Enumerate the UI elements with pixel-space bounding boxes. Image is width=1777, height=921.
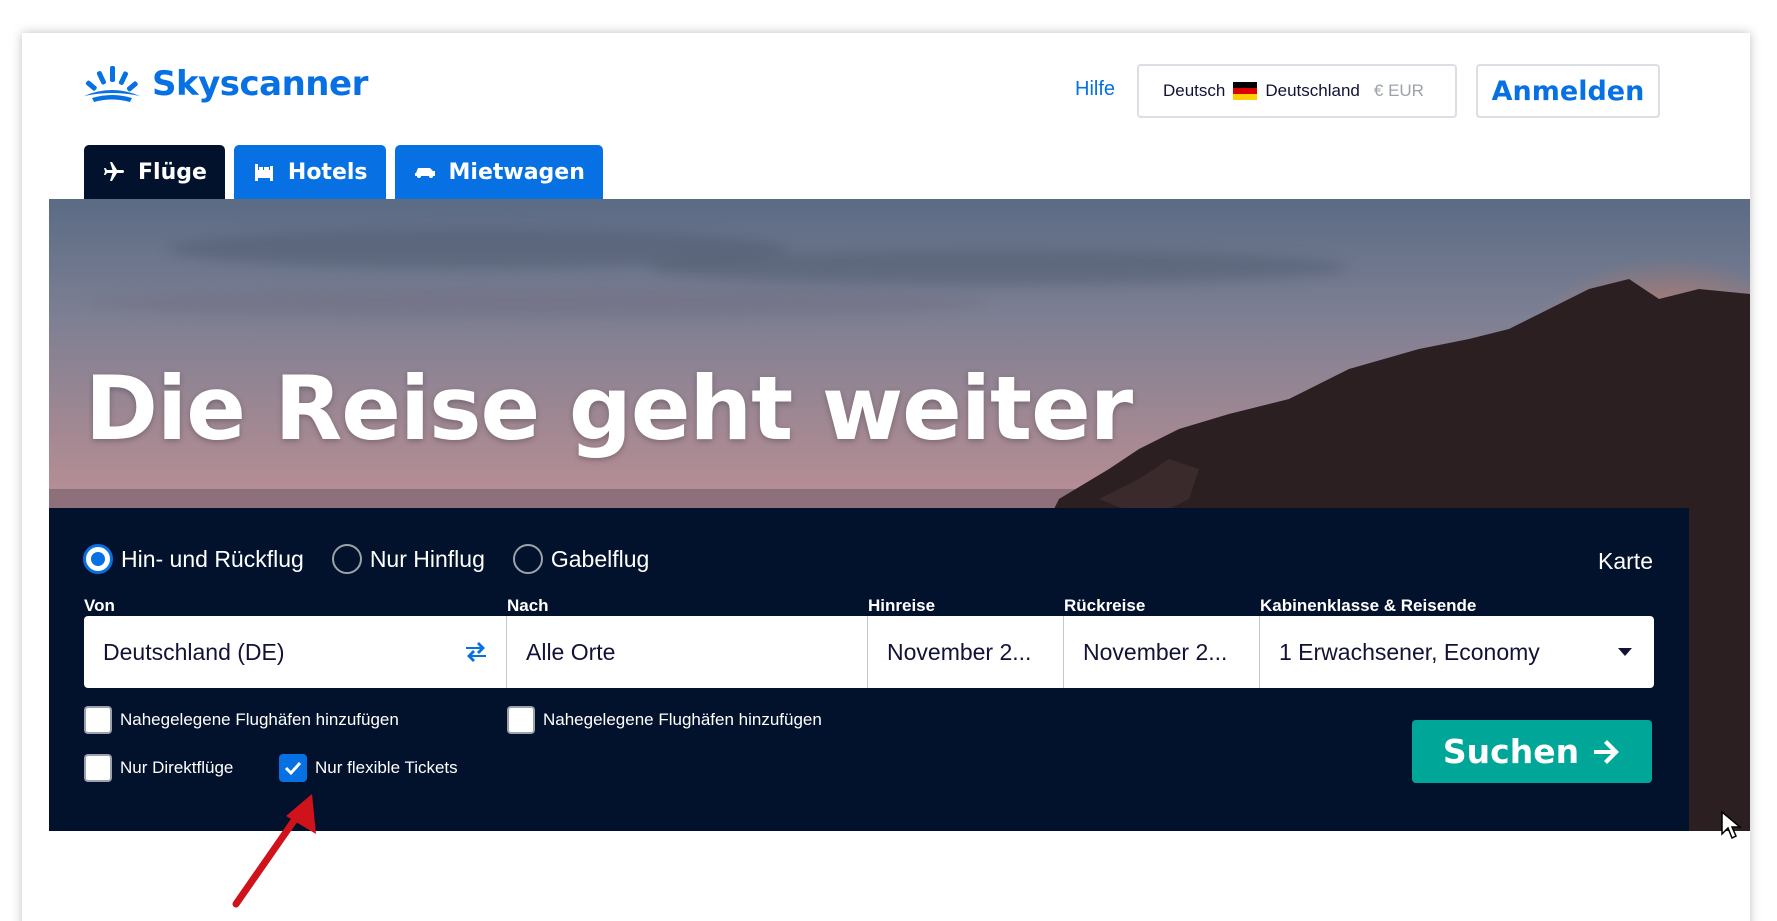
hero-title: Die Reise geht weiter	[85, 357, 1133, 460]
nearby-airports-from-checkbox[interactable]: Nahegelegene Flughäfen hinzufügen	[84, 706, 399, 734]
currency-label: € EUR	[1373, 81, 1424, 100]
language-label: Deutsch	[1163, 81, 1226, 100]
cabin-travellers-field[interactable]: 1 Erwachsener, Economy	[1260, 616, 1654, 688]
checkmark-icon	[284, 761, 302, 776]
map-link[interactable]: Karte	[1598, 548, 1653, 575]
radio-one-way[interactable]: Nur Hinflug	[331, 544, 485, 574]
radio-multi-city[interactable]: Gabelflug	[512, 544, 650, 574]
nearby-airports-to-checkbox[interactable]: Nahegelegene Flughäfen hinzufügen	[507, 706, 822, 734]
return-field[interactable]: November 2...	[1064, 616, 1260, 688]
tab-car-hire-label: Mietwagen	[448, 159, 585, 185]
tab-flights[interactable]: Flüge	[84, 145, 225, 199]
depart-label: Hinreise	[868, 596, 936, 615]
cabin-label: Kabinenklasse & Reisende	[1260, 596, 1477, 615]
radio-one-way-label: Nur Hinflug	[369, 545, 485, 572]
trip-type-group: Hin- und Rückflug Nur Hinflug Gabelflug	[83, 544, 649, 574]
radio-return[interactable]: Hin- und Rückflug	[83, 544, 304, 574]
nearby-airports-to-label: Nahegelegene Flughäfen hinzufügen	[543, 710, 822, 729]
nearby-airports-from-box[interactable]	[84, 706, 112, 734]
swap-icon[interactable]	[464, 641, 488, 663]
annotation-arrow-icon	[232, 794, 316, 908]
car-icon	[414, 168, 435, 178]
direct-flights-box[interactable]	[84, 754, 112, 782]
locale-selector[interactable]: Deutsch Deutschland € EUR	[1137, 64, 1457, 118]
search-button[interactable]: Suchen	[1412, 720, 1652, 783]
cabin-value: 1 Erwachsener, Economy	[1279, 638, 1540, 665]
flexible-tickets-checkbox[interactable]: Nur flexible Tickets	[279, 754, 458, 782]
depart-field[interactable]: November 2...	[868, 616, 1064, 688]
from-field[interactable]: Deutschland (DE)	[84, 616, 507, 688]
help-link[interactable]: Hilfe	[1075, 78, 1115, 101]
search-fields: Deutschland (DE) Alle Orte November 2...…	[84, 616, 1654, 688]
chevron-down-icon	[1618, 648, 1632, 656]
depart-value: November 2...	[887, 638, 1032, 665]
tab-flights-label: Flüge	[138, 159, 207, 185]
nearby-airports-from-label: Nahegelegene Flughäfen hinzufügen	[120, 710, 399, 729]
direct-flights-checkbox[interactable]: Nur Direktflüge	[84, 754, 233, 782]
country-label: Deutschland	[1265, 81, 1360, 100]
direct-flights-label: Nur Direktflüge	[120, 758, 234, 777]
plane-icon	[104, 162, 124, 181]
field-labels: Von Nach Hinreise Rückreise Kabinenklass…	[49, 596, 1689, 616]
arrow-right-icon	[1594, 739, 1620, 764]
bed-icon	[254, 164, 273, 181]
to-value: Alle Orte	[526, 638, 616, 665]
radio-return-indicator[interactable]	[83, 544, 113, 574]
radio-one-way-indicator[interactable]	[331, 544, 362, 574]
flexible-tickets-label: Nur flexible Tickets	[315, 758, 458, 777]
to-label: Nach	[507, 596, 549, 615]
return-label: Rückreise	[1064, 596, 1146, 615]
sunrise-logo-icon	[84, 66, 140, 102]
radio-return-label: Hin- und Rückflug	[121, 545, 304, 572]
to-field[interactable]: Alle Orte	[507, 616, 868, 688]
nearby-airports-to-box[interactable]	[507, 706, 535, 734]
radio-multi-city-indicator[interactable]	[512, 544, 543, 574]
vertical-tabs: Flüge Hotels Mietwagen	[84, 145, 603, 199]
germany-flag-icon	[1233, 82, 1258, 100]
flexible-tickets-box[interactable]	[279, 754, 307, 782]
from-value: Deutschland (DE)	[103, 638, 285, 665]
skyscanner-logo[interactable]: Skyscanner	[82, 62, 368, 106]
return-value: November 2...	[1083, 638, 1228, 665]
tab-hotels[interactable]: Hotels	[233, 145, 386, 199]
radio-multi-city-label: Gabelflug	[550, 545, 650, 572]
login-button[interactable]: Anmelden	[1476, 64, 1660, 118]
logo-text: Skyscanner	[152, 64, 368, 104]
flight-search-panel: Hin- und Rückflug Nur Hinflug Gabelflug …	[49, 508, 1689, 831]
from-label: Von	[84, 596, 115, 615]
mouse-cursor-icon	[1721, 810, 1742, 840]
tab-hotels-label: Hotels	[287, 159, 368, 185]
search-button-label: Suchen	[1442, 732, 1580, 771]
tab-car-hire[interactable]: Mietwagen	[394, 145, 603, 199]
